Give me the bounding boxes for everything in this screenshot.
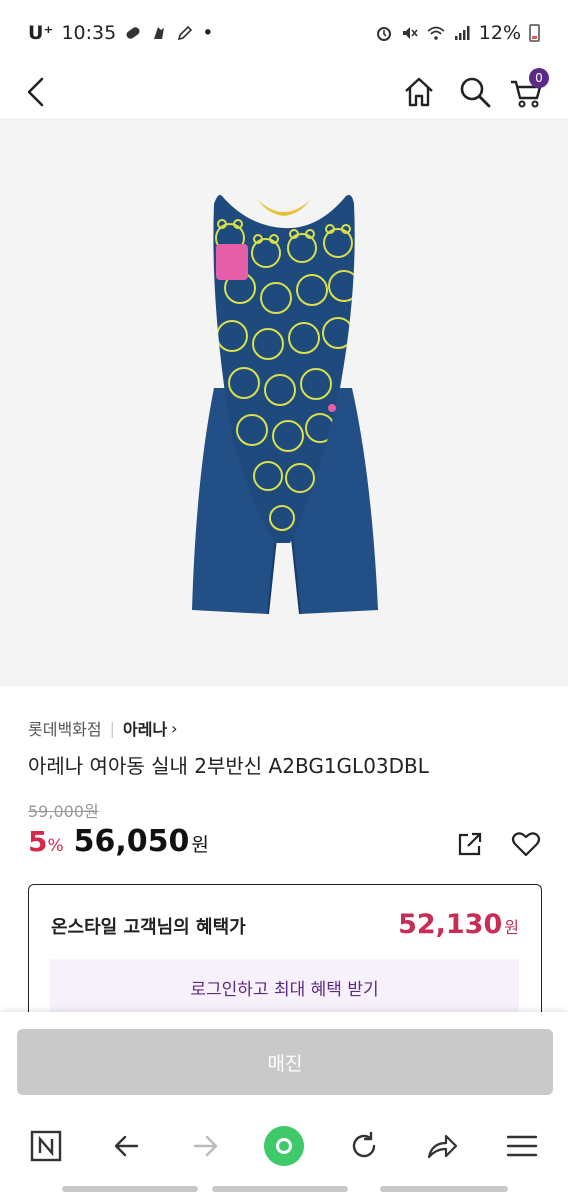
benefit-label: 온스타일 고객님의 혜택가 xyxy=(51,917,246,938)
app-header: 0 xyxy=(0,66,568,118)
refresh-icon xyxy=(352,1131,376,1158)
naver-home-button[interactable] xyxy=(20,1120,72,1172)
nav-forward-icon xyxy=(193,1135,218,1157)
status-time: 10:35 xyxy=(61,22,117,44)
brand-link[interactable]: 아레나 xyxy=(123,716,167,740)
refresh-button[interactable] xyxy=(338,1120,390,1172)
browser-nav-bar xyxy=(0,1110,568,1180)
back-arrow-icon xyxy=(27,77,44,107)
cart-button[interactable]: 0 xyxy=(505,68,549,114)
share-icon xyxy=(458,832,482,856)
benefit-price-unit: 원 xyxy=(504,918,519,937)
sale-price: 56,050 xyxy=(73,824,190,859)
status-left: U⁺ 10:35 • xyxy=(28,22,213,44)
gesture-bar-right xyxy=(380,1186,508,1192)
swimsuit-image xyxy=(192,195,378,615)
store-link[interactable]: 롯데백화점 xyxy=(28,716,102,740)
login-benefit-button[interactable]: 로그인하고 최대 혜택 받기 xyxy=(50,959,519,1015)
chevron-right-icon: › xyxy=(171,718,178,738)
carrier-label: U⁺ xyxy=(28,22,54,44)
pill-icon xyxy=(124,24,142,42)
status-bar: U⁺ 10:35 • 12% xyxy=(0,0,568,66)
gesture-bar-left xyxy=(62,1186,198,1192)
battery-icon xyxy=(529,24,540,42)
product-image[interactable] xyxy=(0,118,568,686)
signal-icon xyxy=(453,24,471,42)
alarm-icon xyxy=(375,24,393,42)
battery-percent: 12% xyxy=(478,22,521,44)
gesture-bar-center xyxy=(212,1186,348,1192)
wifi-icon xyxy=(427,24,445,42)
discount-unit: % xyxy=(47,836,64,856)
original-price: 59,000원 xyxy=(28,802,99,821)
benefit-box: 온스타일 고객님의 혜택가 52,130 원 로그인하고 최대 혜택 받기 xyxy=(28,884,542,1024)
share-page-button[interactable] xyxy=(416,1120,468,1172)
naver-n-icon xyxy=(30,1130,62,1162)
more-dot-icon: • xyxy=(202,22,214,44)
nav-back-icon xyxy=(114,1135,139,1157)
home-icon xyxy=(405,77,433,107)
mute-icon xyxy=(401,24,419,42)
menu-icon xyxy=(506,1135,538,1157)
price-unit: 원 xyxy=(191,834,209,856)
pen-icon xyxy=(176,24,194,42)
brand-separator: | xyxy=(109,718,115,738)
cart-count-badge: 0 xyxy=(529,68,549,88)
product-title: 아레나 여아동 실내 2부반신 A2BG1GL03DBL xyxy=(28,754,429,778)
brand-row: 롯데백화점 | 아레나 › xyxy=(28,716,178,740)
heart-icon xyxy=(511,832,541,857)
share-arrow-icon xyxy=(427,1134,458,1159)
home-button[interactable] xyxy=(397,70,441,114)
like-button[interactable] xyxy=(506,826,546,862)
status-right: 12% xyxy=(375,22,540,44)
bottom-action-bar: 매진 xyxy=(0,1012,568,1110)
menu-button[interactable] xyxy=(496,1120,548,1172)
nav-forward-button[interactable] xyxy=(180,1120,232,1172)
notification-icon xyxy=(150,24,168,42)
price-row: 5 % 56,050 원 xyxy=(28,824,209,859)
discount-rate: 5 xyxy=(28,825,48,858)
soldout-button[interactable]: 매진 xyxy=(17,1029,553,1095)
search-icon xyxy=(460,77,491,108)
green-dot-icon xyxy=(264,1126,304,1166)
benefit-price: 52,130 원 xyxy=(398,909,519,940)
green-dot-button[interactable] xyxy=(258,1120,310,1172)
share-button[interactable] xyxy=(452,826,488,862)
nav-back-button[interactable] xyxy=(100,1120,152,1172)
benefit-price-value: 52,130 xyxy=(398,909,503,940)
back-button[interactable] xyxy=(14,70,58,114)
search-button[interactable] xyxy=(453,70,497,114)
